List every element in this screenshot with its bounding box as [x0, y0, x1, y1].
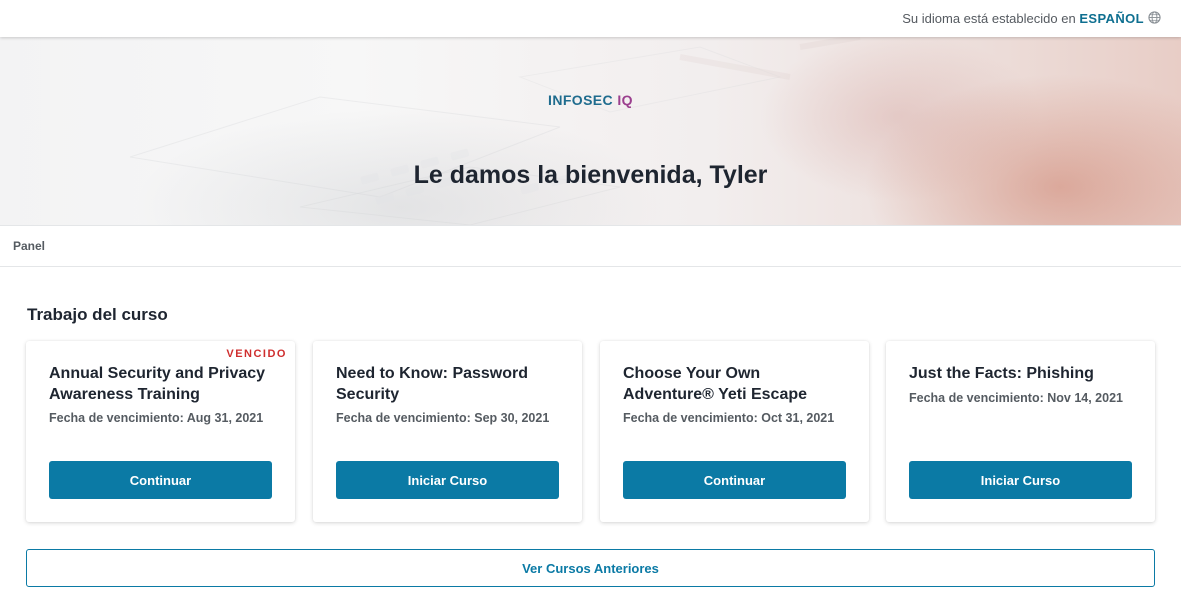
logo-main-text: INFOSEC: [548, 92, 614, 108]
hero-banner: INFOSEC IQ Le damos la bienvenida, Tyler: [0, 37, 1181, 225]
start-course-button[interactable]: Iniciar Curso: [336, 461, 559, 499]
course-due-date: Fecha de vencimiento: Oct 31, 2021: [623, 411, 835, 425]
globe-icon[interactable]: [1148, 11, 1161, 24]
course-due-date: Fecha de vencimiento: Nov 14, 2021: [909, 391, 1123, 405]
course-card: Just the Facts: Phishing Fecha de vencim…: [886, 341, 1155, 522]
continue-button[interactable]: Continuar: [49, 461, 272, 499]
course-title: Need to Know: Password Security: [336, 365, 529, 403]
course-due-date: Fecha de vencimiento: Sep 30, 2021: [336, 411, 550, 425]
course-title: Annual Security and Privacy Awareness Tr…: [49, 365, 266, 403]
continue-button[interactable]: Continuar: [623, 461, 846, 499]
language-bar: Su idioma está establecido en ESPAÑOL: [0, 0, 1181, 37]
course-due-date: Fecha de vencimiento: Aug 31, 2021: [49, 411, 264, 425]
breadcrumb-panel[interactable]: Panel: [13, 239, 45, 253]
course-card: VENCIDO Annual Security and Privacy Awar…: [26, 341, 295, 522]
coursework-title: Trabajo del curso: [27, 305, 168, 324]
welcome-heading: Le damos la bienvenida, Tyler: [413, 161, 768, 189]
course-title: Choose Your Own Adventure® Yeti Escape: [623, 365, 808, 403]
start-course-button[interactable]: Iniciar Curso: [909, 461, 1132, 499]
infosec-iq-logo: INFOSEC IQ: [0, 92, 1181, 108]
language-selector[interactable]: ESPAÑOL: [1079, 11, 1144, 26]
language-prefix: Su idioma está establecido en: [902, 11, 1076, 26]
breadcrumb: Panel: [0, 225, 1181, 267]
overdue-badge: VENCIDO: [226, 348, 287, 360]
language-setting: Su idioma está establecido en ESPAÑOL: [902, 11, 1144, 26]
logo-accent-text: IQ: [617, 92, 633, 108]
course-title: Just the Facts: Phishing: [909, 365, 1094, 382]
keyboard-background-image: [129, 37, 861, 225]
course-card: Choose Your Own Adventure® Yeti Escape F…: [600, 341, 869, 522]
course-card: Need to Know: Password Security Fecha de…: [313, 341, 582, 522]
view-past-courses-button[interactable]: Ver Cursos Anteriores: [26, 549, 1155, 587]
